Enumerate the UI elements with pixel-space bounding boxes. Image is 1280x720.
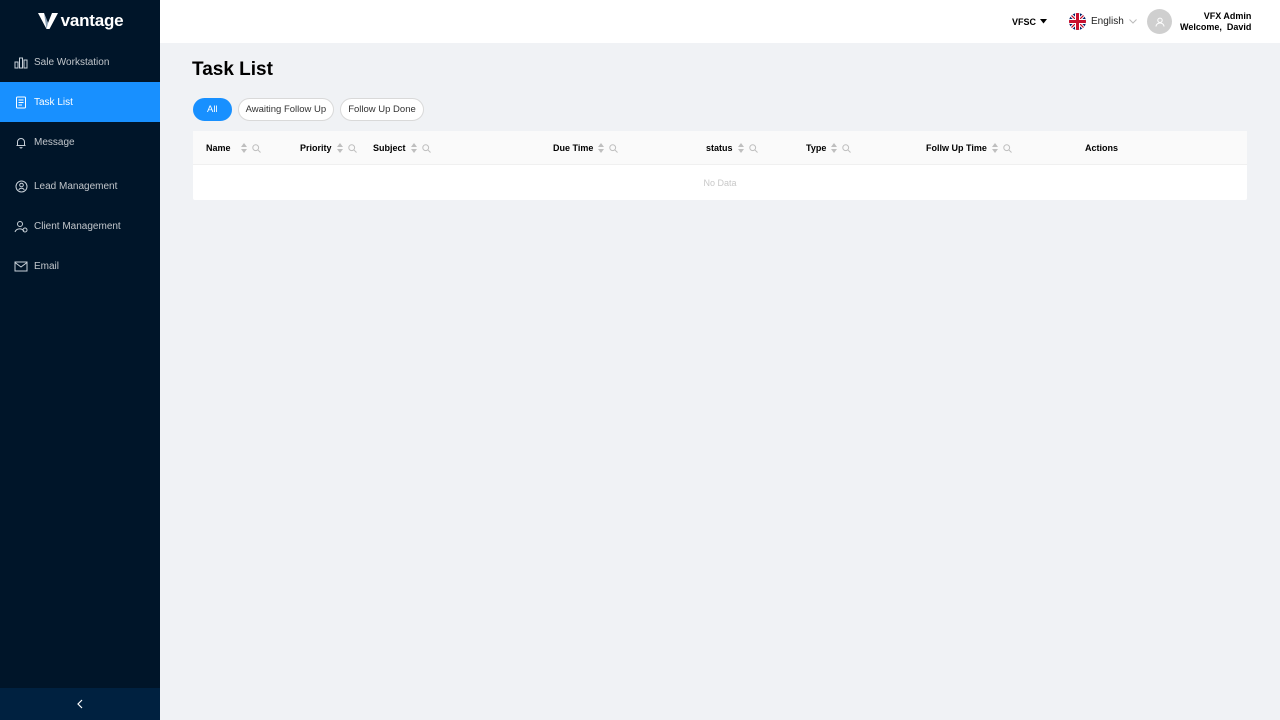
sort-icon[interactable] [991,143,998,153]
column-label: Priority [300,143,332,153]
column-header-priority: Priority [300,131,357,165]
bar-chart-icon [14,55,28,69]
column-header-status: status [706,131,758,165]
column-header-type: Type [806,131,852,165]
tab-follow-up-done[interactable]: Follow Up Done [340,98,424,121]
lead-icon [14,179,28,193]
sort-icon[interactable] [336,143,343,153]
column-label: Actions [1085,143,1119,153]
sidebar-item-client-management[interactable]: Client Management [0,206,160,246]
column-header-subject: Subject [373,131,431,165]
search-filter-icon[interactable] [748,143,758,153]
column-label: Follw Up Time [926,143,987,153]
entity-label: VFSC [1012,16,1037,27]
entity-selector[interactable]: VFSC [1012,0,1048,43]
search-filter-icon[interactable] [347,143,357,153]
user-info: VFX Admin Welcome, David [1180,11,1251,33]
column-header-follow-up-time: Follw Up Time [926,131,1012,165]
sidebar: vantage Sale Workstation Task List Messa… [0,0,160,720]
sidebar-item-label: Message [34,136,75,148]
sidebar-menu: Sale Workstation Task List Message Lead … [0,42,160,286]
tab-all[interactable]: All [193,98,232,121]
user-menu[interactable]: VFX Admin Welcome, David [1147,0,1251,43]
sort-icon[interactable] [598,143,605,153]
task-list-icon [14,95,28,109]
language-label: English [1091,16,1124,27]
column-header-actions: Actions [1085,131,1118,165]
sort-icon[interactable] [831,143,838,153]
avatar[interactable] [1147,9,1172,34]
column-label: Subject [373,143,406,153]
column-header-due-time: Due Time [553,131,619,165]
sidebar-item-label: Email [34,260,60,272]
column-label: Due Time [553,143,594,153]
uk-flag-icon [1069,13,1086,30]
sort-icon[interactable] [410,143,417,153]
sidebar-item-email[interactable]: Email [0,246,160,286]
sidebar-item-label: Client Management [34,220,121,232]
mail-icon [14,259,28,273]
search-filter-icon[interactable] [609,143,619,153]
tab-awaiting-follow-up[interactable]: Awaiting Follow Up [237,98,335,121]
language-selector[interactable]: English [1069,0,1137,43]
column-label: Type [806,143,827,153]
chevron-left-icon [77,699,83,709]
vantage-logo-icon [37,13,58,29]
bell-icon [14,135,28,149]
sidebar-item-lead-management[interactable]: Lead Management [0,166,160,206]
client-icon [14,219,28,233]
user-role: VFX Admin [1203,10,1252,21]
search-filter-icon[interactable] [842,143,852,153]
sidebar-item-label: Task List [34,96,73,108]
table-header: Name Priority Subject Due Time status Ty… [193,131,1247,165]
sort-icon[interactable] [240,143,247,153]
column-header-name: Name [206,131,261,165]
caret-down-icon [1040,19,1048,24]
sidebar-collapse-button[interactable] [0,688,160,720]
brand-name: vantage [60,11,124,30]
sort-icon[interactable] [737,143,744,153]
search-filter-icon[interactable] [251,143,261,153]
top-header: VFSC English VFX Admin Welcome, David [160,0,1280,43]
column-label: status [706,143,733,153]
search-filter-icon[interactable] [1003,143,1012,153]
sidebar-item-label: Sale Workstation [34,56,110,68]
sidebar-item-label: Lead Management [34,180,118,192]
table-empty-state: No Data [703,177,737,188]
welcome-text: Welcome, David [1180,21,1252,32]
column-label: Name [206,143,231,153]
task-table: Name Priority Subject Due Time status Ty… [193,131,1247,200]
status-tabs: All Awaiting Follow Up Follow Up Done [193,98,424,121]
sidebar-item-message[interactable]: Message [0,122,160,162]
brand-logo[interactable]: vantage [0,0,160,42]
sidebar-item-task-list[interactable]: Task List [0,82,160,122]
sidebar-item-sale-workstation[interactable]: Sale Workstation [0,42,160,82]
chevron-down-icon [1128,19,1137,24]
user-icon [1155,17,1164,27]
search-filter-icon[interactable] [421,143,431,153]
page-title: Task List [192,59,273,80]
